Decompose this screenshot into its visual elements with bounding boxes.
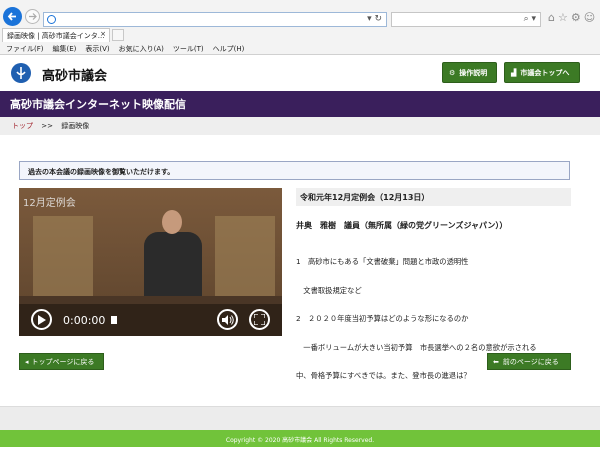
back-to-top-button[interactable]: ◂ トップページに戻る bbox=[19, 353, 104, 370]
footer: Copyright © 2020 高砂市議会 All Rights Reserv… bbox=[0, 430, 600, 447]
tab-title: 録画映像 | 高砂市議会インタ... bbox=[7, 32, 105, 40]
settings-gear-icon[interactable]: ⚙ bbox=[571, 11, 584, 24]
home-icon[interactable]: ⌂ bbox=[548, 11, 558, 24]
tab-close-icon[interactable]: × bbox=[100, 30, 106, 38]
menu-favorites[interactable]: お気に入り(A) bbox=[119, 44, 164, 54]
breadcrumb: トップ >> 録画映像 bbox=[0, 117, 600, 135]
menu-view[interactable]: 表示(V) bbox=[85, 44, 109, 54]
topic-line: 文書取扱規定など bbox=[296, 285, 362, 295]
page-favicon bbox=[47, 15, 56, 24]
back-arrow-icon bbox=[7, 12, 16, 21]
forward-arrow-icon bbox=[29, 13, 37, 20]
favorites-star-icon[interactable]: ☆ bbox=[558, 11, 571, 24]
seek-slider-handle[interactable] bbox=[111, 316, 117, 324]
navigation-bar: ▾ ↻ ⌕ ▾ ⌂☆⚙☺ bbox=[0, 0, 600, 27]
gear-icon: ⚙ bbox=[449, 68, 456, 77]
fullscreen-icon bbox=[254, 314, 265, 325]
topic-list: 1 高砂市にもある「文書破棄」問題と市政の透明性 文書取扱規定など 2 ２０２０… bbox=[296, 238, 571, 400]
video-speaker-head bbox=[162, 210, 182, 234]
title-band: 高砂市議会インターネット映像配信 bbox=[0, 91, 600, 117]
toolbar-icons: ⌂☆⚙☺ bbox=[548, 11, 598, 24]
back-button[interactable] bbox=[3, 7, 22, 26]
topic-line: 2 ２０２０年度当初予算はどのような形になるのか bbox=[296, 314, 469, 323]
speaker-name: 井奥 雅樹 議員（無所属（緑の党グリーンズジャパン）） bbox=[296, 221, 508, 230]
fullscreen-button[interactable] bbox=[249, 309, 270, 330]
city-emblem-logo[interactable] bbox=[11, 63, 31, 83]
new-tab-button[interactable] bbox=[112, 29, 124, 41]
browser-chrome: ▾ ↻ ⌕ ▾ ⌂☆⚙☺ 録画映像 | 高砂市議会インタ... × ファイル(F… bbox=[0, 0, 600, 55]
video-controls: 0:00:00 bbox=[19, 304, 282, 336]
search-tools[interactable]: ⌕ ▾ bbox=[524, 14, 536, 24]
emblem-icon bbox=[16, 67, 26, 79]
session-title: 令和元年12月定例会（12月13日） bbox=[296, 188, 571, 206]
browser-search-box[interactable]: ⌕ ▾ bbox=[391, 12, 541, 27]
site-name[interactable]: 高砂市議会 bbox=[42, 65, 107, 84]
topic-line: 1 高砂市にもある「文書破棄」問題と市政の透明性 bbox=[296, 257, 469, 266]
help-button-label: 操作説明 bbox=[459, 68, 488, 77]
breadcrumb-separator: >> bbox=[41, 122, 53, 130]
tab-strip: 録画映像 | 高砂市議会インタ... × bbox=[0, 28, 600, 42]
chevron-left-icon: ◂ bbox=[25, 357, 29, 366]
video-wall-panel bbox=[215, 216, 275, 301]
video-time: 0:00:00 bbox=[63, 314, 106, 327]
help-button[interactable]: ⚙ 操作説明 bbox=[442, 62, 497, 83]
menu-edit[interactable]: 編集(E) bbox=[53, 44, 77, 54]
menu-file[interactable]: ファイル(F) bbox=[6, 44, 44, 54]
smiley-icon[interactable]: ☺ bbox=[584, 11, 598, 24]
topic-line: 一番ボリュームが大きい当初予算 市長選挙への２名の意欲が示される bbox=[296, 342, 537, 352]
video-speaker-body bbox=[144, 232, 202, 302]
page-title: 高砂市議会インターネット映像配信 bbox=[10, 98, 186, 111]
status-area bbox=[0, 447, 600, 471]
play-button[interactable] bbox=[31, 309, 52, 330]
volume-button[interactable] bbox=[217, 309, 238, 330]
notice-box: 過去の本会議の録画映像を御覧いただけます。 bbox=[19, 161, 570, 180]
previous-page-button[interactable]: ⬅ 前のページに戻る bbox=[487, 353, 571, 370]
video-overlay-label: 12月定例会 bbox=[23, 198, 76, 209]
previous-page-label: 前のページに戻る bbox=[502, 357, 559, 366]
video-wall-panel bbox=[33, 216, 93, 301]
browser-tab[interactable]: 録画映像 | 高砂市議会インタ... × bbox=[2, 28, 110, 42]
speaker-icon bbox=[221, 314, 234, 325]
bar-chart-icon: ▟ bbox=[511, 68, 517, 77]
council-top-label: 市議会トップへ bbox=[520, 68, 570, 77]
forward-button[interactable] bbox=[25, 9, 40, 24]
menu-bar: ファイル(F) 編集(E) 表示(V) お気に入り(A) ツール(T) ヘルプ(… bbox=[0, 42, 600, 55]
breadcrumb-home-link[interactable]: トップ bbox=[12, 122, 33, 130]
breadcrumb-current: 録画映像 bbox=[61, 122, 90, 130]
arrow-left-icon: ⬅ bbox=[493, 357, 499, 366]
menu-help[interactable]: ヘルプ(H) bbox=[213, 44, 245, 54]
copyright-text: Copyright © 2020 高砂市議会 All Rights Reserv… bbox=[225, 437, 375, 444]
play-icon bbox=[38, 314, 46, 325]
topic-line: 中、骨格予算にすべきでは。また、登市長の進退は？ bbox=[296, 371, 471, 380]
site-header: 高砂市議会 ⚙ 操作説明 ▟ 市議会トップへ bbox=[0, 56, 600, 90]
address-tools[interactable]: ▾ ↻ bbox=[367, 14, 382, 24]
footer-spacer bbox=[0, 406, 600, 430]
council-top-button[interactable]: ▟ 市議会トップへ bbox=[504, 62, 580, 83]
menu-tools[interactable]: ツール(T) bbox=[173, 44, 204, 54]
address-bar[interactable]: ▾ ↻ bbox=[43, 12, 387, 27]
back-to-top-label: トップページに戻る bbox=[31, 357, 95, 366]
video-player[interactable]: 12月定例会 0:00:00 bbox=[19, 188, 282, 336]
